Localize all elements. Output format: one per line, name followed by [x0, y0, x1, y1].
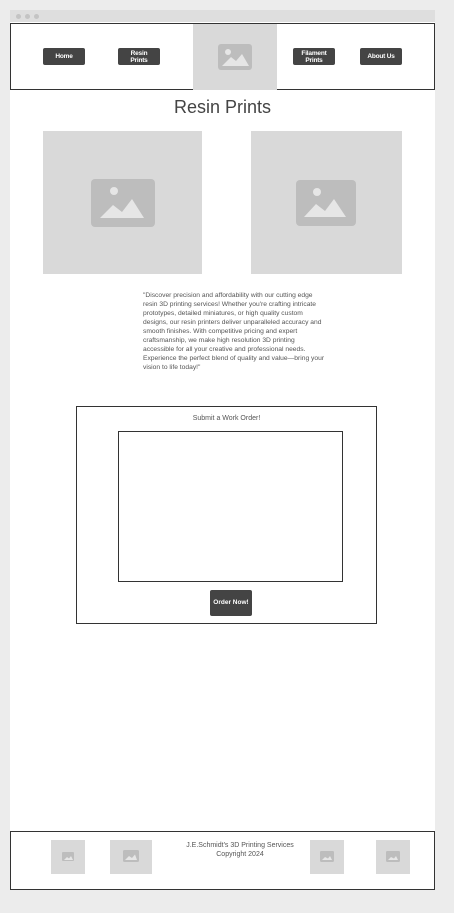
image-placeholder-icon — [62, 852, 74, 861]
work-order-textarea[interactable] — [118, 431, 343, 582]
nav-home-button[interactable]: Home — [43, 48, 85, 65]
footer-image[interactable] — [376, 840, 410, 874]
browser-window: Home Resin Prints Filament Prints About … — [10, 10, 435, 890]
gallery-image-left — [43, 131, 202, 274]
window-dot-icon — [34, 14, 39, 19]
window-titlebar — [10, 10, 435, 22]
work-order-form: Submit a Work Order! Order Now! — [76, 406, 377, 624]
nav-about-us-button[interactable]: About Us — [360, 48, 402, 65]
window-dot-icon — [16, 14, 21, 19]
footer-copyright: Copyright 2024 — [216, 851, 264, 858]
image-placeholder-icon — [386, 851, 400, 862]
image-placeholder-icon — [123, 850, 139, 862]
image-placeholder-icon — [320, 851, 334, 862]
site-header: Home Resin Prints Filament Prints About … — [10, 23, 435, 90]
gallery-image-right — [251, 131, 402, 274]
nav-resin-prints-button[interactable]: Resin Prints — [118, 48, 160, 65]
site-footer: J.E.Schmidt's 3D Printing Services Copyr… — [10, 831, 435, 890]
page-title: Resin Prints — [173, 97, 272, 117]
image-placeholder-icon — [91, 179, 155, 227]
footer-image[interactable] — [310, 840, 344, 874]
footer-image[interactable] — [51, 840, 85, 874]
nav-filament-prints-button[interactable]: Filament Prints — [293, 48, 335, 65]
site-logo[interactable] — [193, 24, 277, 90]
image-placeholder-icon — [296, 180, 356, 226]
footer-text: J.E.Schmidt's 3D Printing Services Copyr… — [181, 841, 299, 859]
resin-description: "Discover precision and affordability wi… — [143, 292, 325, 371]
footer-company: J.E.Schmidt's 3D Printing Services — [186, 842, 294, 849]
order-now-button[interactable]: Order Now! — [210, 590, 252, 616]
form-title: Submit a Work Order! — [192, 415, 261, 422]
footer-image[interactable] — [110, 840, 152, 874]
image-placeholder-icon — [218, 44, 252, 70]
window-dot-icon — [25, 14, 30, 19]
